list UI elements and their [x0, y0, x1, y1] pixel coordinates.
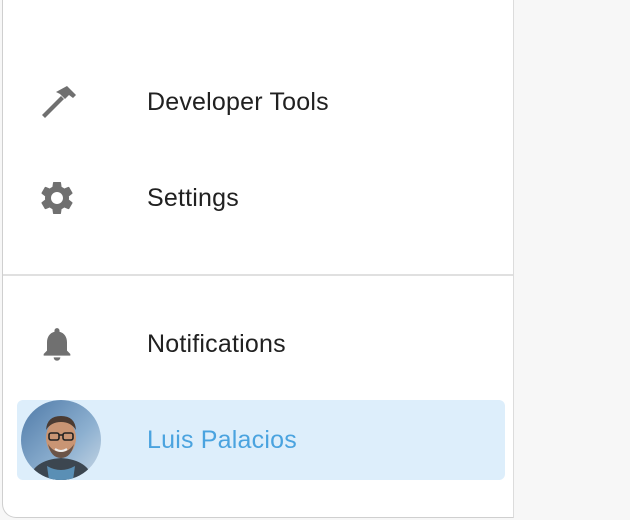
bell-icon — [37, 324, 77, 364]
hammer-icon — [37, 82, 77, 122]
sidebar-item-label: Luis Palacios — [147, 425, 297, 454]
gear-icon — [37, 178, 77, 218]
sidebar: Developer Tools Settings Notifications L… — [2, 0, 514, 518]
sidebar-item-developer-tools[interactable]: Developer Tools — [17, 62, 505, 142]
sidebar-divider — [3, 274, 513, 276]
sidebar-item-label: Notifications — [147, 329, 286, 358]
main-content-area — [515, 0, 630, 520]
avatar — [21, 400, 101, 480]
sidebar-item-label: Settings — [147, 183, 239, 212]
sidebar-item-label: Developer Tools — [147, 87, 329, 116]
sidebar-item-notifications[interactable]: Notifications — [17, 304, 505, 384]
sidebar-item-settings[interactable]: Settings — [17, 158, 505, 238]
sidebar-item-profile[interactable]: Luis Palacios — [17, 400, 505, 480]
